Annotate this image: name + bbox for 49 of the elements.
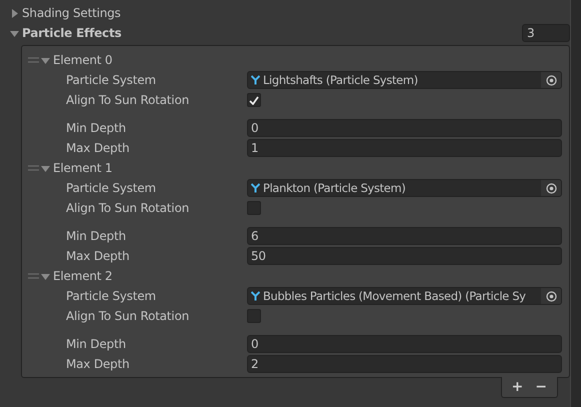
object-field-value: Lightshafts (Particle System)	[263, 73, 419, 87]
size-field[interactable]: 3	[522, 24, 570, 42]
add-button[interactable]: +	[508, 377, 528, 397]
checkbox[interactable]	[247, 201, 261, 215]
number-field[interactable]: 0	[247, 335, 562, 353]
element-label[interactable]: Element 1	[53, 161, 112, 175]
field-label: Max Depth	[65, 249, 130, 263]
element-label[interactable]: Element 2	[53, 269, 112, 283]
scrollbar-track[interactable]	[570, 0, 581, 407]
section-label[interactable]: Particle Effects	[22, 26, 122, 40]
field-label: Particle System	[65, 73, 157, 87]
particle-system-icon	[251, 291, 260, 301]
number-field[interactable]: 6	[247, 227, 562, 245]
particle-system-icon	[251, 75, 260, 85]
field-label: Min Depth	[65, 121, 127, 135]
element-label[interactable]: Element 0	[53, 53, 112, 67]
number-field[interactable]: 2	[247, 355, 562, 373]
field-label: Max Depth	[65, 357, 130, 371]
field-label: Align To Sun Rotation	[65, 309, 190, 323]
field-label: Particle System	[65, 289, 157, 303]
object-picker-icon[interactable]	[541, 72, 561, 88]
foldout-arrow-icon[interactable]	[41, 164, 50, 172]
particle-system-icon	[251, 183, 260, 193]
object-field[interactable]: Lightshafts (Particle System)	[247, 71, 562, 89]
object-field-value: Bubbles Particles (Movement Based) (Particle Sy	[263, 289, 527, 303]
field-label: Max Depth	[65, 141, 130, 155]
object-field[interactable]: Plankton (Particle System)	[247, 179, 562, 197]
foldout-arrow-icon[interactable]	[10, 28, 22, 38]
drag-handle-icon[interactable]	[28, 273, 39, 279]
number-field[interactable]: 0	[247, 119, 562, 137]
field-label: Align To Sun Rotation	[65, 93, 190, 107]
field-label: Min Depth	[65, 229, 127, 243]
field-label: Particle System	[65, 181, 157, 195]
checkbox[interactable]	[247, 93, 261, 107]
object-picker-icon[interactable]	[541, 180, 561, 196]
drag-handle-icon[interactable]	[28, 57, 39, 63]
foldout-arrow-icon[interactable]	[41, 56, 50, 64]
number-field[interactable]: 1	[247, 139, 562, 157]
object-field[interactable]: Bubbles Particles (Movement Based) (Particle Sy	[247, 287, 562, 305]
section-label[interactable]: Shading Settings	[22, 6, 121, 20]
field-label: Min Depth	[65, 337, 127, 351]
remove-button[interactable]: −	[531, 377, 551, 397]
field-label: Align To Sun Rotation	[65, 201, 190, 215]
drag-handle-icon[interactable]	[28, 165, 39, 171]
object-picker-icon[interactable]	[541, 288, 561, 304]
number-field[interactable]: 50	[247, 247, 562, 265]
foldout-arrow-icon[interactable]	[41, 272, 50, 280]
object-field-value: Plankton (Particle System)	[263, 181, 407, 195]
checkbox[interactable]	[247, 309, 261, 323]
